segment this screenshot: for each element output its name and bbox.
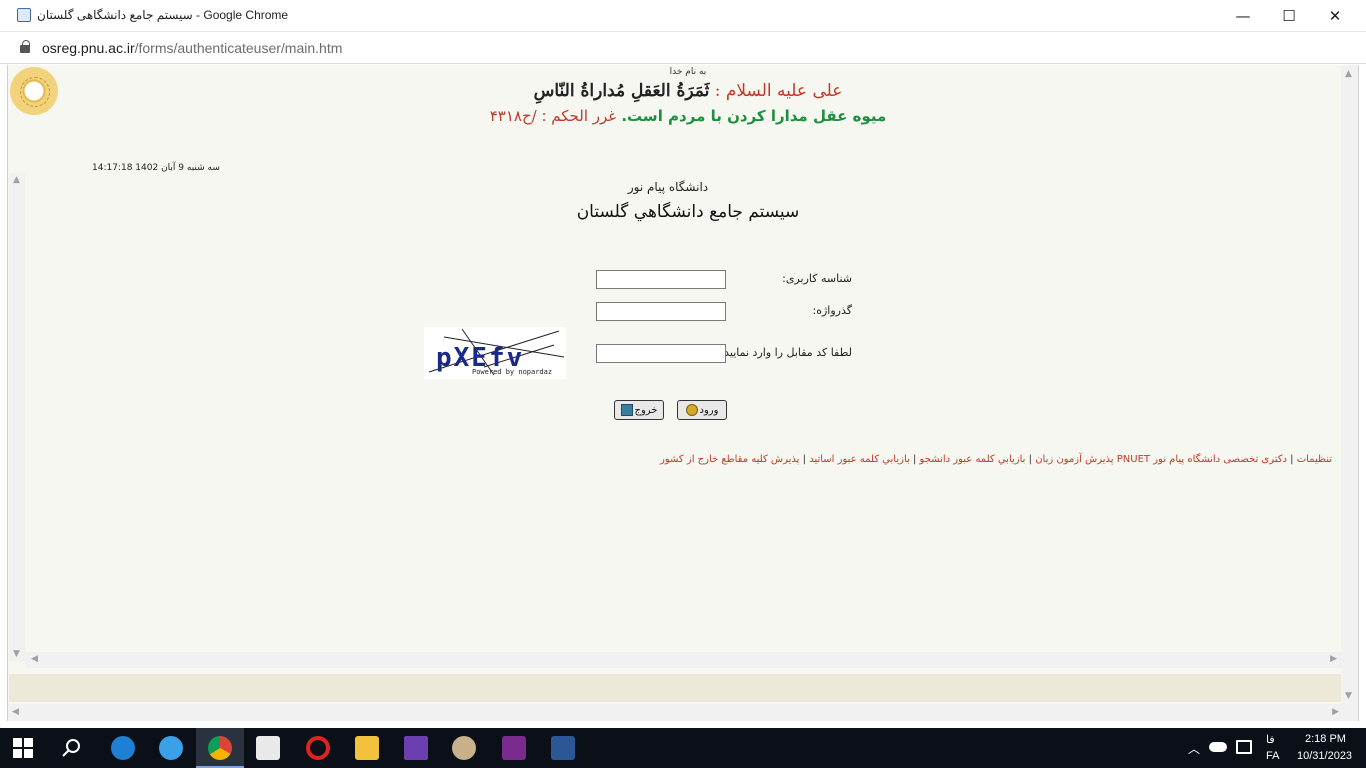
address-bar[interactable]: osreg.pnu.ac.ir/forms/authenticateuser/m… [0, 32, 1366, 64]
link-language-exam[interactable]: پذیرش آزمون زبان [1035, 454, 1113, 465]
inner-frame: ▲ ▼ ◀ ▶ [9, 173, 1341, 668]
page-scroll-up-icon[interactable]: ▲ [1345, 69, 1352, 79]
chrome-icon[interactable] [208, 736, 232, 760]
language-indicator-top[interactable]: فا [1266, 733, 1275, 746]
page-content: به نام خدا علی علیه السلام : ثَمَرَةُ ال… [7, 65, 1359, 721]
captcha-row: لطفا کد مقابل را وارد نمایید: [588, 343, 868, 363]
window-title: سیستم جامع دانشگاهی گلستان - Google Chro… [37, 8, 289, 22]
link-pnuet-phd[interactable]: دکتری تخصصی دانشگاه پیام نور PNUET [1117, 454, 1287, 465]
password-label: گذرواژه: [812, 304, 852, 317]
exit-button-label: خروج [634, 404, 658, 416]
key-icon [685, 404, 698, 416]
username-label: شناسه کاربری: [782, 272, 852, 285]
paint-icon[interactable] [452, 736, 476, 760]
page-vertical-scrollbar[interactable]: ▲ ▼ [1341, 65, 1358, 721]
maximize-button[interactable]: ☐ [1266, 0, 1312, 32]
page-scroll-right-icon[interactable]: ▶ [1332, 707, 1339, 717]
password-row: گذرواژه: [588, 301, 868, 321]
captcha-image: pXEfv Powered by nopardaz [424, 327, 566, 379]
scroll-left-icon[interactable]: ◀ [31, 654, 38, 664]
visual-studio-icon[interactable] [404, 736, 428, 760]
internet-explorer-icon[interactable] [159, 736, 183, 760]
window-titlebar: سیستم جامع دانشگاهی گلستان - Google Chro… [0, 0, 1366, 32]
language-indicator-bottom[interactable]: FA [1266, 750, 1279, 762]
site-favicon-icon [17, 8, 31, 22]
exit-button[interactable]: خروج [614, 400, 664, 420]
link-professor-password-recovery[interactable]: بازيابي كلمه عبور اساتيد [809, 454, 910, 465]
exit-door-icon [620, 404, 633, 416]
login-button-label: ورود [699, 404, 719, 416]
hadith-source: غرر الحکم : /ح۴۳۱۸ [489, 107, 617, 125]
close-button[interactable]: ✕ [1312, 0, 1358, 32]
word-icon[interactable] [551, 736, 575, 760]
start-windows-icon[interactable] [13, 738, 33, 758]
translation-line: میوه عقل مدارا کردن با مردم است. غرر الح… [408, 107, 968, 125]
url-host: osreg.pnu.ac.ir [42, 40, 135, 56]
captcha-label: لطفا کد مقابل را وارد نمایید: [720, 346, 852, 359]
link-separator: | [1286, 454, 1294, 465]
username-input[interactable] [596, 270, 726, 289]
clock-time[interactable]: 2:18 PM [1305, 733, 1346, 745]
link-student-password-recovery[interactable]: بازيابي كلمه عبور دانشجو [920, 454, 1026, 465]
tray-chevron-icon[interactable]: ︿ [1188, 740, 1200, 757]
hadith-text: ثَمَرَةُ العَقلِ مُداراةُ النّاسِ [533, 81, 710, 101]
page-scroll-left-icon[interactable]: ◀ [12, 707, 19, 717]
url-text[interactable]: osreg.pnu.ac.ir/forms/authenticateuser/m… [42, 40, 342, 56]
password-input[interactable] [596, 302, 726, 321]
page-horizontal-scrollbar[interactable]: ◀ ▶ [8, 704, 1343, 721]
footer-links: تنظیمات | دکتری تخصصی دانشگاه پیام نور P… [608, 454, 1332, 465]
university-logo [10, 67, 58, 115]
hadith-line: علی علیه السلام : ثَمَرَةُ العَقلِ مُدار… [408, 81, 968, 101]
captcha-caption: Powered by nopardaz [472, 368, 553, 376]
link-separator: | [799, 454, 807, 465]
onedrive-cloud-icon[interactable] [1209, 742, 1227, 752]
store-icon[interactable] [256, 736, 280, 760]
link-separator: | [909, 454, 917, 465]
inner-vertical-scrollbar[interactable]: ▲ ▼ [9, 173, 25, 661]
university-name: دانشگاه پیام نور [627, 180, 709, 194]
search-icon[interactable] [61, 737, 85, 761]
translation-text: میوه عقل مدارا کردن با مردم است. [621, 107, 887, 125]
lock-icon [20, 40, 30, 53]
footer-band [9, 674, 1342, 702]
username-row: شناسه کاربری: [588, 269, 868, 289]
edge-icon[interactable] [111, 736, 135, 760]
scroll-up-icon[interactable]: ▲ [13, 175, 20, 185]
minimize-button[interactable]: — [1220, 0, 1266, 32]
link-settings[interactable]: تنظیمات [1297, 454, 1332, 465]
file-explorer-icon[interactable] [355, 736, 379, 760]
page-header: به نام خدا علی علیه السلام : ثَمَرَةُ ال… [408, 65, 968, 125]
captcha-input[interactable] [596, 344, 726, 363]
scroll-down-icon[interactable]: ▼ [13, 649, 20, 659]
inner-horizontal-scrollbar[interactable]: ◀ ▶ [25, 652, 1341, 668]
clock-date[interactable]: 10/31/2023 [1297, 750, 1352, 762]
login-button[interactable]: ورود [677, 400, 727, 420]
link-separator: | [1025, 454, 1033, 465]
pdf-app-icon[interactable] [502, 736, 526, 760]
link-foreign-admission[interactable]: پذيرش كليه مقاطع خارج از كشور [660, 454, 799, 465]
url-path: /forms/authenticateuser/main.htm [134, 40, 343, 56]
opera-icon[interactable] [306, 736, 330, 760]
hadith-attribution: علی علیه السلام : [714, 81, 843, 101]
windows-taskbar: ︿ فا FA 2:18 PM 10/31/2023 [0, 728, 1366, 768]
notification-icon[interactable] [1236, 740, 1252, 754]
scroll-right-icon[interactable]: ▶ [1330, 654, 1337, 664]
bismillah-text: به نام خدا [669, 67, 707, 77]
page-scroll-down-icon[interactable]: ▼ [1345, 691, 1352, 701]
date-time: 14:17:18 سه شنبه 9 آبان 1402 [92, 163, 220, 173]
system-name: سيستم جامع دانشگاهي گلستان [576, 202, 800, 222]
